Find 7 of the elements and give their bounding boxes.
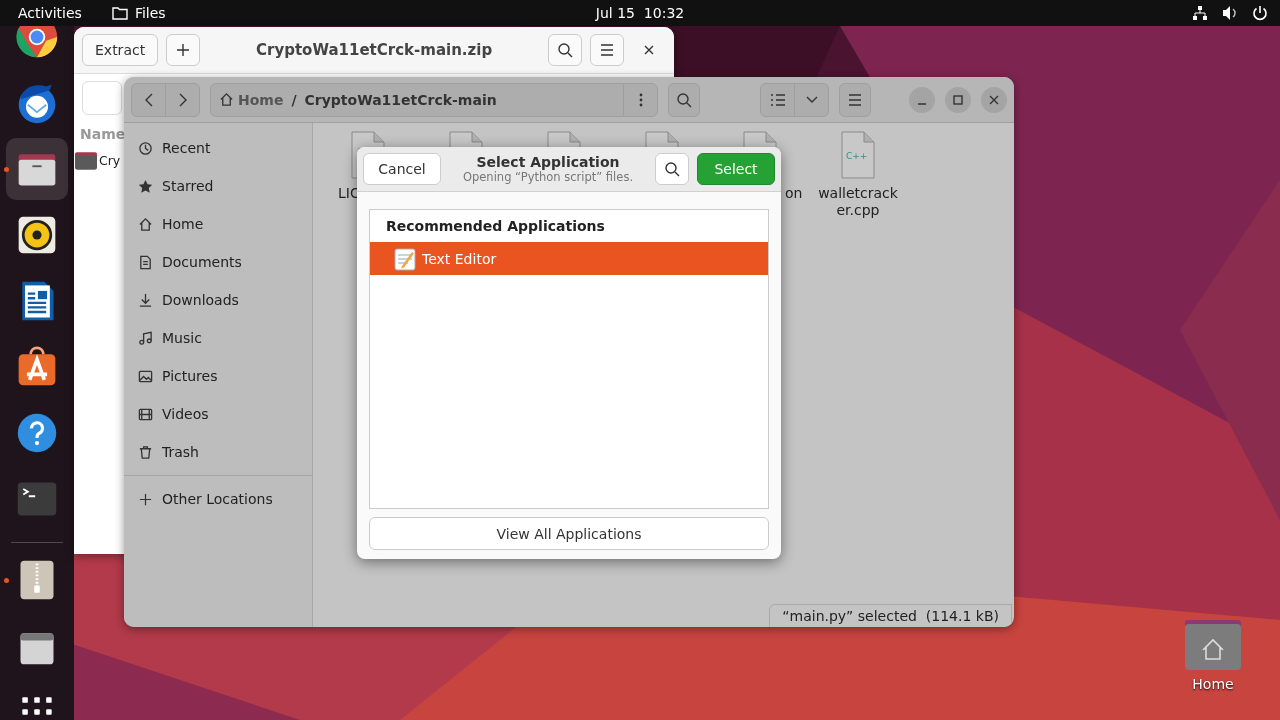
window-title: CryptoWa11etCrck-main.zip xyxy=(255,41,494,59)
path-separator: / xyxy=(291,91,297,108)
dialog-subtitle: Opening “Python script” files. xyxy=(462,170,634,184)
dialog-title: Select Application xyxy=(476,154,620,170)
status-text: “main.py” selected (114.1 kB) xyxy=(769,604,1012,627)
file-type-label: C++ xyxy=(846,151,868,161)
section-header: Recommended Applications xyxy=(385,217,606,236)
